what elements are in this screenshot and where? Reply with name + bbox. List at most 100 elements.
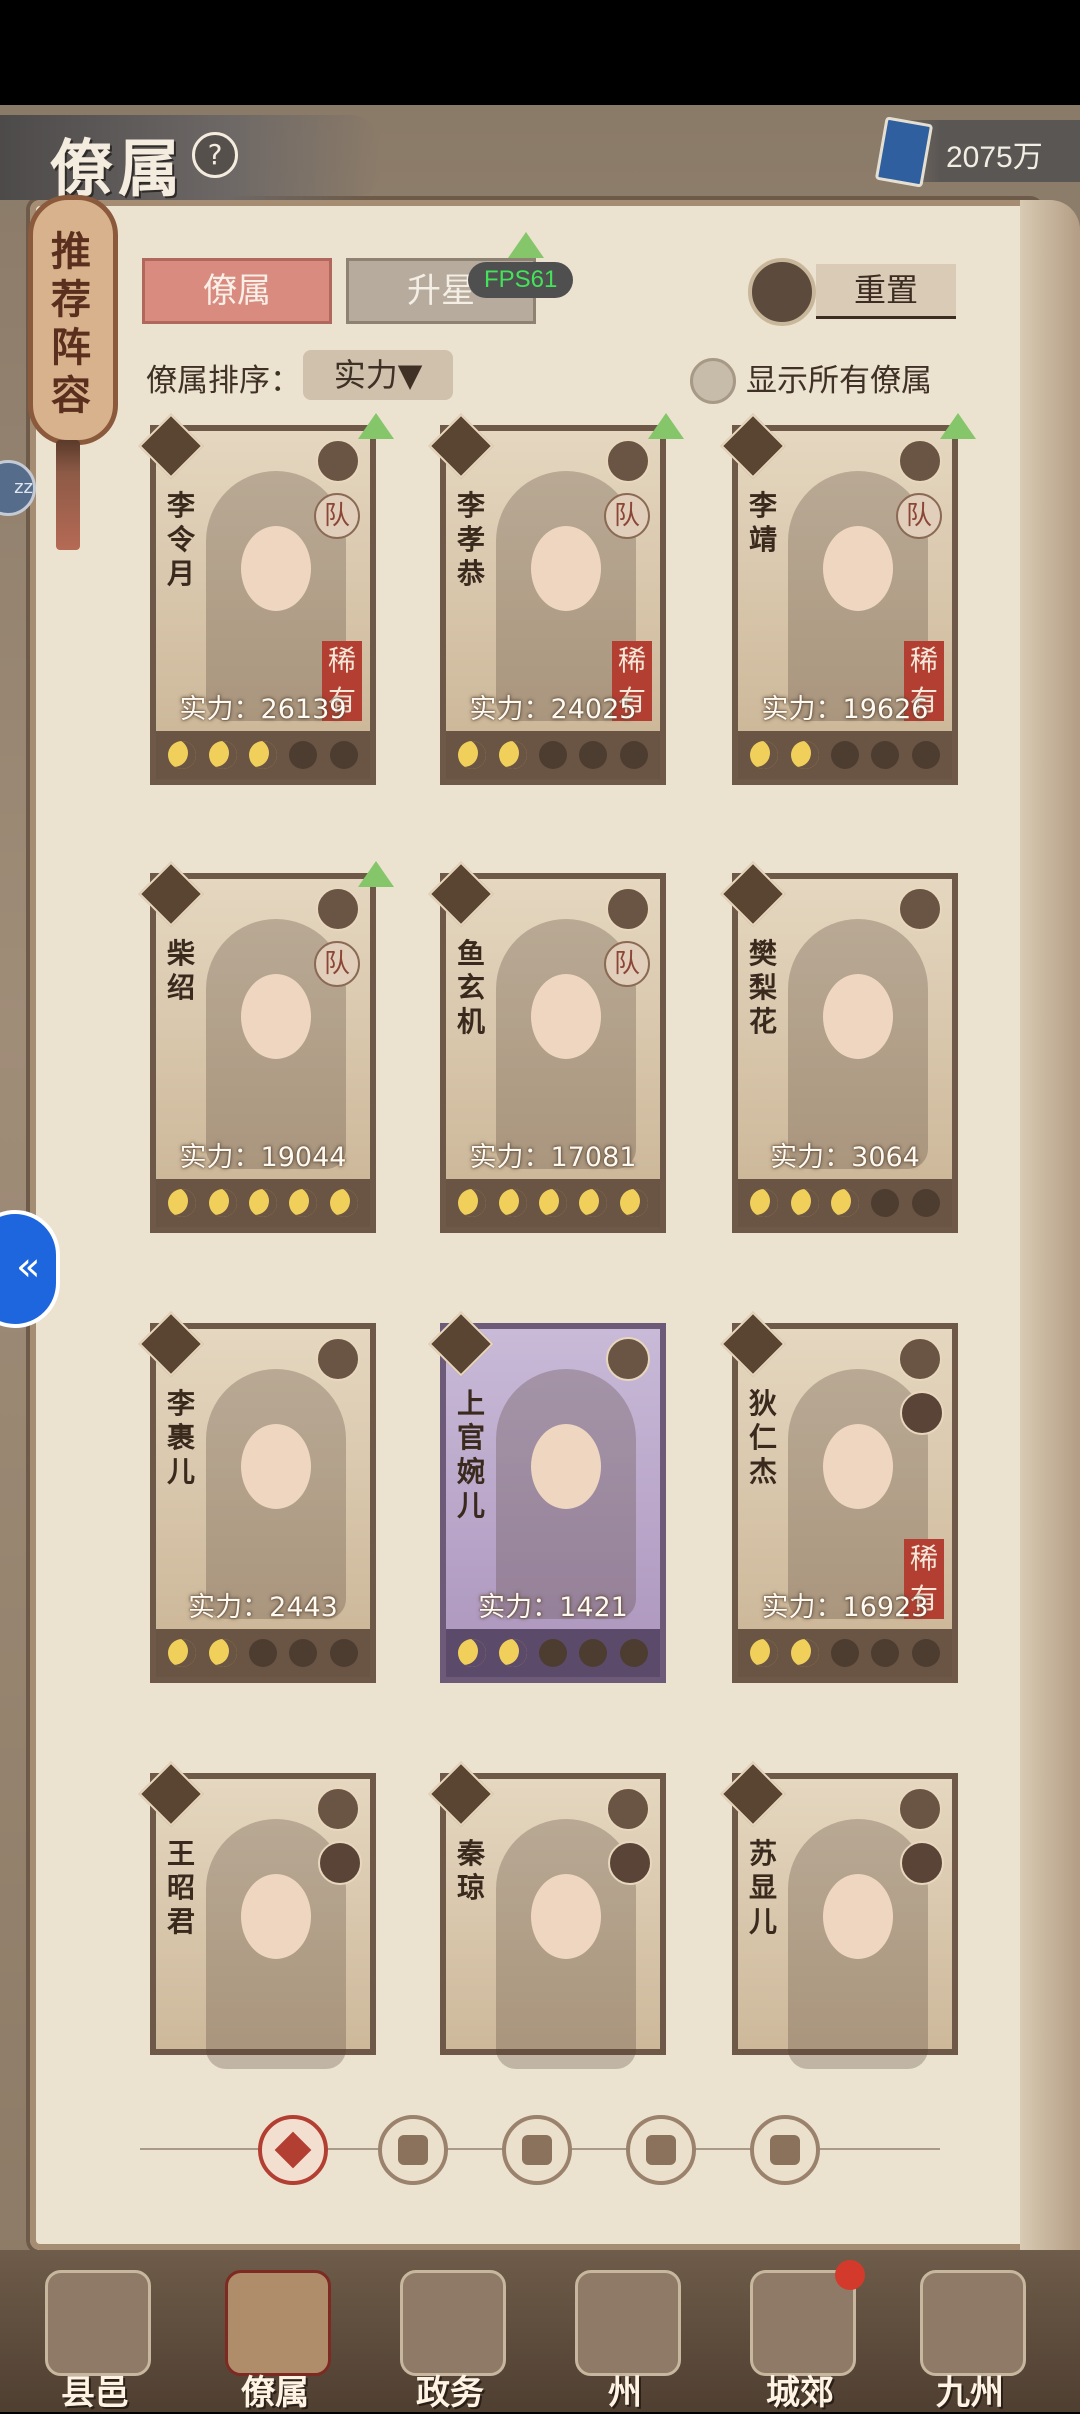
- nav-item[interactable]: 九州: [895, 2260, 1045, 2413]
- subordinate-card[interactable]: 李裹儿 实力：2443: [138, 1311, 376, 1683]
- empty-star-icon: [830, 1639, 859, 1667]
- card-name: 上官婉儿: [456, 1387, 485, 1522]
- class-icon: [316, 439, 360, 483]
- card-name: 李靖: [748, 489, 777, 556]
- page-curl: [1020, 200, 1080, 2350]
- tab-subordinates[interactable]: 僚属: [142, 258, 332, 324]
- nav-item[interactable]: 州: [550, 2260, 700, 2413]
- cat-icon[interactable]: [502, 2115, 572, 2185]
- card-name: 秦琼: [456, 1837, 485, 1904]
- moon-star-icon: [790, 1189, 819, 1217]
- subordinate-card[interactable]: 王昭君: [138, 1761, 376, 2069]
- empty-star-icon: [830, 741, 859, 769]
- sort-dropdown[interactable]: 实力▼: [303, 350, 453, 400]
- card-name: 苏显儿: [748, 1837, 777, 1938]
- card-name: 李孝恭: [456, 489, 485, 590]
- reset-button[interactable]: 重置: [816, 264, 956, 319]
- moon-star-icon: [458, 1189, 487, 1217]
- nav-item[interactable]: 僚属: [200, 2260, 350, 2413]
- star-rating: [446, 1179, 660, 1227]
- subordinate-card[interactable]: 李靖 队稀有 实力：19626: [720, 413, 958, 785]
- subordinate-card[interactable]: 柴绍 队实力：19044: [138, 861, 376, 1233]
- star-rating: [446, 1629, 660, 1677]
- subordinate-card[interactable]: 秦琼: [428, 1761, 666, 2069]
- empty-star-icon: [911, 1189, 940, 1217]
- empty-star-icon: [579, 741, 608, 769]
- currency-value: 2075万: [946, 141, 1043, 174]
- paired-avatar: [318, 1841, 362, 1885]
- star-rating: [738, 1179, 952, 1227]
- moon-star-icon: [208, 741, 237, 769]
- empty-star-icon: [871, 1639, 900, 1667]
- subordinate-card[interactable]: 李孝恭 队稀有 实力：24025: [428, 413, 666, 785]
- nav-item[interactable]: 城郊: [725, 2260, 875, 2413]
- show-all-radio[interactable]: [690, 358, 736, 404]
- moon-star-icon: [248, 1189, 277, 1217]
- nav-item[interactable]: 县邑: [20, 2260, 170, 2413]
- nav-item[interactable]: 政务: [375, 2260, 525, 2413]
- help-icon[interactable]: ?: [192, 132, 238, 178]
- building-icon: [225, 2270, 331, 2376]
- tassel-decoration: [56, 440, 80, 550]
- power-value: 实力：26139: [179, 694, 347, 725]
- moon-star-icon: [579, 1189, 608, 1217]
- subordinate-card[interactable]: 李令月 队稀有 实力：26139: [138, 413, 376, 785]
- star-rating: [156, 1179, 370, 1227]
- bell-icon[interactable]: [378, 2115, 448, 2185]
- upgrade-arrow-icon: [508, 232, 544, 258]
- moon-star-icon: [208, 1639, 237, 1667]
- moon-star-icon: [168, 1189, 197, 1217]
- team-badge: 队: [314, 493, 360, 539]
- building-icon: [920, 2270, 1026, 2376]
- chevron-left-icon: «: [16, 1244, 41, 1290]
- team-badge: 队: [896, 493, 942, 539]
- portrait-face: [241, 526, 311, 611]
- power-value: 实力：2443: [188, 1592, 338, 1623]
- filter-glyph: [646, 2135, 676, 2165]
- portrait-face: [241, 1874, 311, 1959]
- portrait-face: [531, 1424, 601, 1509]
- class-icon: [606, 439, 650, 483]
- moon-star-icon: [790, 741, 819, 769]
- empty-star-icon: [248, 1639, 277, 1667]
- show-all-label[interactable]: 显示所有僚属: [746, 355, 932, 400]
- reset-icon[interactable]: [748, 258, 816, 326]
- power-value: 实力：19044: [179, 1142, 347, 1173]
- star-rating: [738, 731, 952, 779]
- all-diamond-icon[interactable]: [258, 2115, 328, 2185]
- empty-star-icon: [871, 1189, 900, 1217]
- subordinate-card[interactable]: 樊梨花 实力：3064: [720, 861, 958, 1233]
- power-value: 实力：24025: [469, 694, 637, 725]
- class-icon: [606, 1787, 650, 1831]
- subordinate-card[interactable]: 鱼玄机 队实力：17081: [428, 861, 666, 1233]
- nav-label: 州: [608, 2373, 642, 2413]
- moon-star-icon: [498, 741, 527, 769]
- moon-star-icon: [498, 1189, 527, 1217]
- lion-icon[interactable]: [750, 2115, 820, 2185]
- recommended-lineup-label: 推荐阵容: [51, 228, 91, 419]
- upgrade-arrow-icon: [358, 861, 394, 887]
- empty-star-icon: [911, 1639, 940, 1667]
- star-rating: [738, 1629, 952, 1677]
- nav-label: 政务: [416, 2373, 484, 2413]
- class-icon: [316, 1337, 360, 1381]
- building-icon: [45, 2270, 151, 2376]
- subordinate-card[interactable]: 上官婉儿 实力：1421: [428, 1311, 666, 1683]
- portrait-face: [823, 1424, 893, 1509]
- paired-avatar: [900, 1841, 944, 1885]
- portrait-face: [531, 974, 601, 1059]
- notification-dot: [835, 2260, 865, 2290]
- fan-icon[interactable]: [626, 2115, 696, 2185]
- moon-star-icon: [168, 741, 197, 769]
- card-name: 王昭君: [166, 1837, 195, 1938]
- subordinate-card[interactable]: 苏显儿: [720, 1761, 958, 2069]
- team-badge: 队: [314, 941, 360, 987]
- class-icon: [898, 887, 942, 931]
- moon-star-icon: [750, 1189, 779, 1217]
- nav-label: 城郊: [766, 2373, 834, 2413]
- upgrade-arrow-icon: [648, 413, 684, 439]
- subordinate-card[interactable]: 狄仁杰 稀有 实力：16923: [720, 1311, 958, 1683]
- empty-star-icon: [579, 1639, 608, 1667]
- moon-star-icon: [289, 1189, 318, 1217]
- card-name: 樊梨花: [748, 937, 777, 1038]
